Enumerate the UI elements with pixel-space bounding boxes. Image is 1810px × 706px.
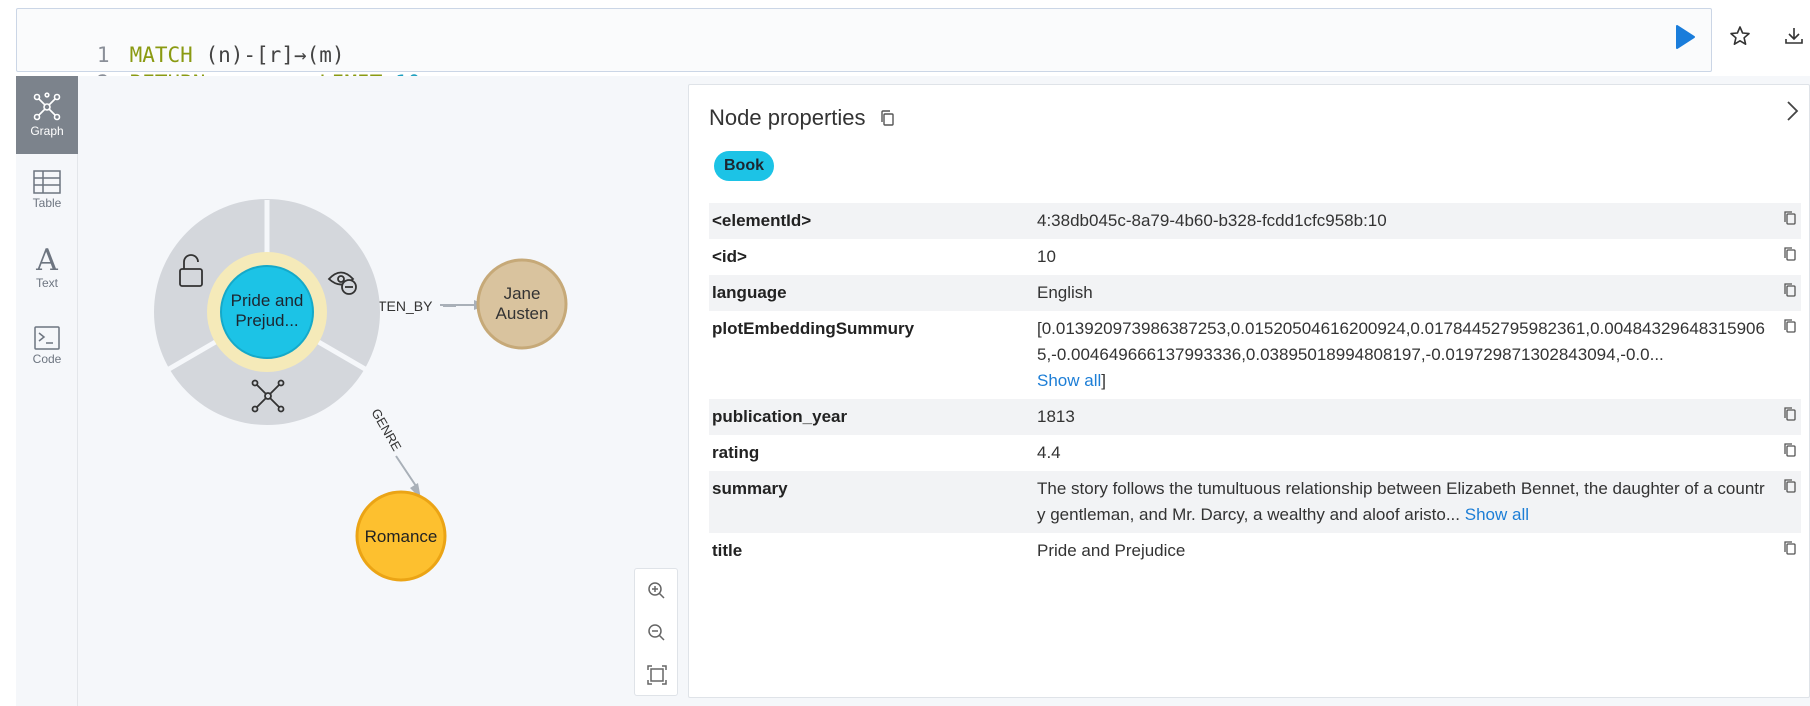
svg-text:A: A [35, 244, 58, 274]
view-sidebar: Graph Table A Text Code [16, 76, 78, 706]
text-icon: A [35, 244, 58, 274]
graph-canvas[interactable]: TEN_BY GENRE Pride and Prejud... Jane Au… [78, 76, 688, 706]
property-key: plotEmbeddingSummury [712, 319, 915, 338]
property-value-suffix: ] [1101, 371, 1106, 390]
copy-icon [881, 110, 894, 126]
property-row: <id> 10 [709, 239, 1801, 275]
panel-title: Node properties [709, 105, 866, 130]
property-value: Pride and Prejudice [1037, 541, 1186, 560]
zoom-in-button[interactable] [645, 579, 669, 603]
zoom-in-icon [648, 582, 665, 599]
property-row: title Pride and Prejudice [709, 533, 1801, 569]
property-key: <elementId> [712, 211, 812, 230]
node-book[interactable]: Pride and Prejud... [220, 265, 314, 359]
node-label: Romance [365, 527, 438, 546]
property-key: title [712, 541, 743, 560]
copy-icon[interactable] [1783, 316, 1797, 333]
graph-icon [33, 92, 61, 121]
code-line-1: 1 MATCH (n)-[r]→(m) [17, 13, 345, 67]
relationship-written-by[interactable]: TEN_BY [378, 298, 486, 314]
property-value: The story follows the tumultuous relatio… [1037, 479, 1765, 524]
property-value: 4.4 [1037, 443, 1061, 462]
show-all-link[interactable]: Show all [1037, 371, 1101, 390]
sidebar-item-label: Code [32, 352, 62, 366]
property-row: language English [709, 275, 1801, 311]
copy-icon[interactable] [1783, 440, 1797, 457]
property-value: 1813 [1037, 407, 1075, 426]
property-value: English [1037, 283, 1093, 302]
property-key: language [712, 283, 787, 302]
sidebar-item-text[interactable]: A Text [16, 232, 78, 310]
zoom-out-icon [648, 624, 665, 641]
property-value: 10 [1037, 247, 1056, 266]
star-icon [1730, 26, 1750, 45]
copy-icon[interactable] [1783, 244, 1797, 261]
code-line-2: 2RETURN n, r, m LIMIT 10 [17, 41, 420, 95]
property-value-container: [0.013920973986387253,0.0152050461620092… [1034, 311, 1772, 399]
property-row: <elementId> 4:38db045c-8a79-4b60-b328-fc… [709, 203, 1801, 239]
favorite-button[interactable] [1728, 24, 1752, 48]
property-value: 4:38db045c-8a79-4b60-b328-fcdd1cfc958b:1… [1037, 211, 1387, 230]
download-icon [1785, 28, 1803, 44]
property-value: [0.013920973986387253,0.0152050461620092… [1037, 319, 1765, 364]
node-label: Jane [504, 284, 541, 303]
fit-to-screen-button[interactable] [645, 663, 669, 687]
node-label: Prejud... [235, 311, 298, 330]
property-row: rating 4.4 [709, 435, 1801, 471]
node-genre[interactable]: Romance [355, 490, 447, 582]
relationship-genre[interactable]: GENRE [368, 406, 421, 499]
property-row: plotEmbeddingSummury [0.0139209739863872… [709, 311, 1801, 399]
sidebar-item-code[interactable]: Code [16, 310, 78, 388]
copy-icon[interactable] [1783, 280, 1797, 297]
relationship-label: GENRE [368, 406, 404, 454]
copy-all-button[interactable] [879, 109, 895, 127]
node-author[interactable]: Jane Austen [476, 258, 568, 350]
sidebar-item-graph[interactable]: Graph [16, 76, 78, 154]
properties-table: <elementId> 4:38db045c-8a79-4b60-b328-fc… [709, 203, 1801, 569]
collapse-panel-button[interactable] [1781, 97, 1803, 125]
code-icon [34, 326, 60, 350]
sidebar-item-table[interactable]: Table [16, 154, 78, 232]
property-key: summary [712, 479, 788, 498]
node-label: Pride and [231, 291, 304, 310]
zoom-out-button[interactable] [645, 621, 669, 645]
run-query-button[interactable] [1674, 24, 1696, 50]
copy-icon[interactable] [1783, 404, 1797, 421]
download-button[interactable] [1782, 24, 1806, 48]
sidebar-item-label: Text [35, 276, 58, 290]
copy-icon[interactable] [1783, 208, 1797, 225]
relationship-label: TEN_BY [378, 298, 433, 314]
zoom-controls [634, 568, 678, 696]
chevron-right-icon [1787, 101, 1799, 121]
fit-screen-icon [647, 665, 667, 685]
property-key: publication_year [712, 407, 848, 426]
sidebar-item-label: Graph [30, 124, 64, 138]
node-label: Austen [496, 304, 549, 323]
label-badge[interactable]: Book [714, 151, 774, 181]
show-all-link[interactable]: Show all [1465, 505, 1529, 524]
property-value-container: The story follows the tumultuous relatio… [1034, 471, 1772, 533]
property-key: <id> [712, 247, 747, 266]
property-key: rating [712, 443, 760, 462]
table-icon [33, 170, 61, 194]
sidebar-item-label: Table [32, 196, 62, 210]
copy-icon[interactable] [1783, 538, 1797, 555]
property-row: publication_year 1813 [709, 399, 1801, 435]
copy-icon[interactable] [1783, 476, 1797, 493]
query-editor[interactable]: 1MATCH (n)-[r]→(m) 2RETURN n, r, m LIMIT… [16, 8, 1712, 95]
play-icon [1676, 25, 1695, 49]
node-properties-panel: Node properties Book <elementId> 4:38db0… [688, 84, 1810, 698]
property-row: summary The story follows the tumultuous… [709, 471, 1801, 533]
